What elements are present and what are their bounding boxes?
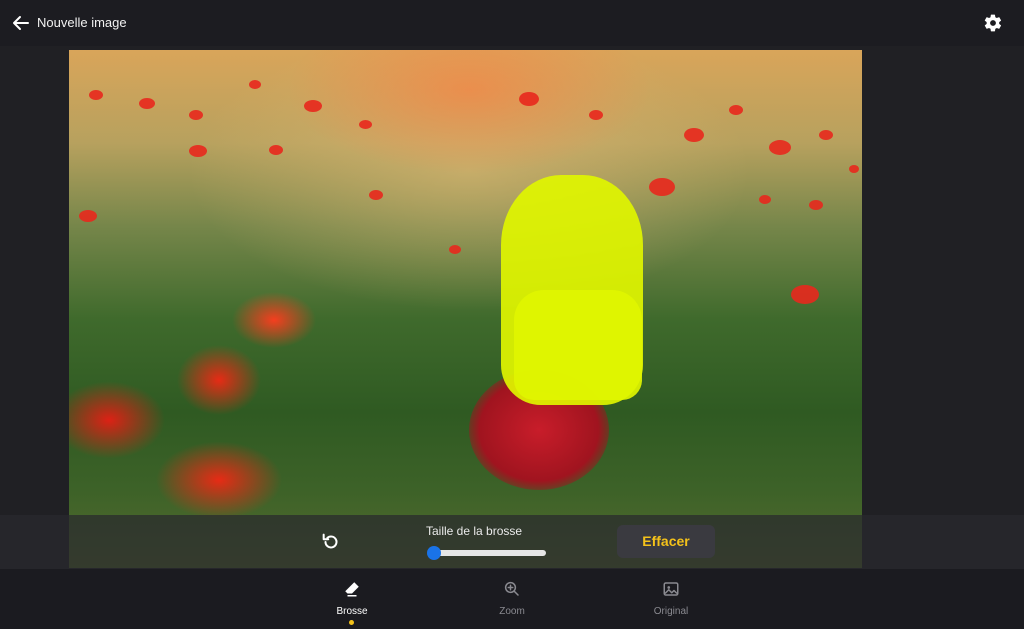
brush-mask-overlay-body	[514, 290, 642, 400]
tab-brosse[interactable]: Brosse	[307, 580, 397, 625]
tab-label: Zoom	[499, 606, 525, 617]
tab-label: Brosse	[336, 606, 368, 617]
active-indicator	[349, 620, 354, 625]
page-title: Nouvelle image	[37, 15, 127, 30]
tab-original[interactable]: Original	[626, 580, 716, 625]
tab-zoom[interactable]: Zoom	[467, 580, 557, 625]
brush-toolbar: Taille de la brosse Effacer	[0, 515, 1024, 569]
undo-icon[interactable]	[320, 531, 342, 553]
photo-canvas[interactable]	[69, 50, 862, 568]
bottom-nav: Brosse Zoom Original	[0, 569, 1024, 629]
brush-size-slider[interactable]	[427, 546, 546, 560]
tab-label: Original	[653, 606, 689, 617]
erase-button[interactable]: Effacer	[617, 525, 715, 558]
brush-size-label: Taille de la brosse	[426, 524, 523, 538]
canvas-area	[0, 46, 1024, 569]
zoom-in-icon	[504, 581, 519, 596]
slider-thumb[interactable]	[427, 546, 441, 560]
image-icon	[663, 582, 679, 596]
poppy-field	[69, 50, 862, 568]
top-bar: Nouvelle image	[0, 0, 1024, 46]
gear-icon[interactable]	[983, 13, 1003, 33]
eraser-icon	[345, 582, 359, 597]
arrow-left-icon[interactable]	[11, 13, 31, 33]
